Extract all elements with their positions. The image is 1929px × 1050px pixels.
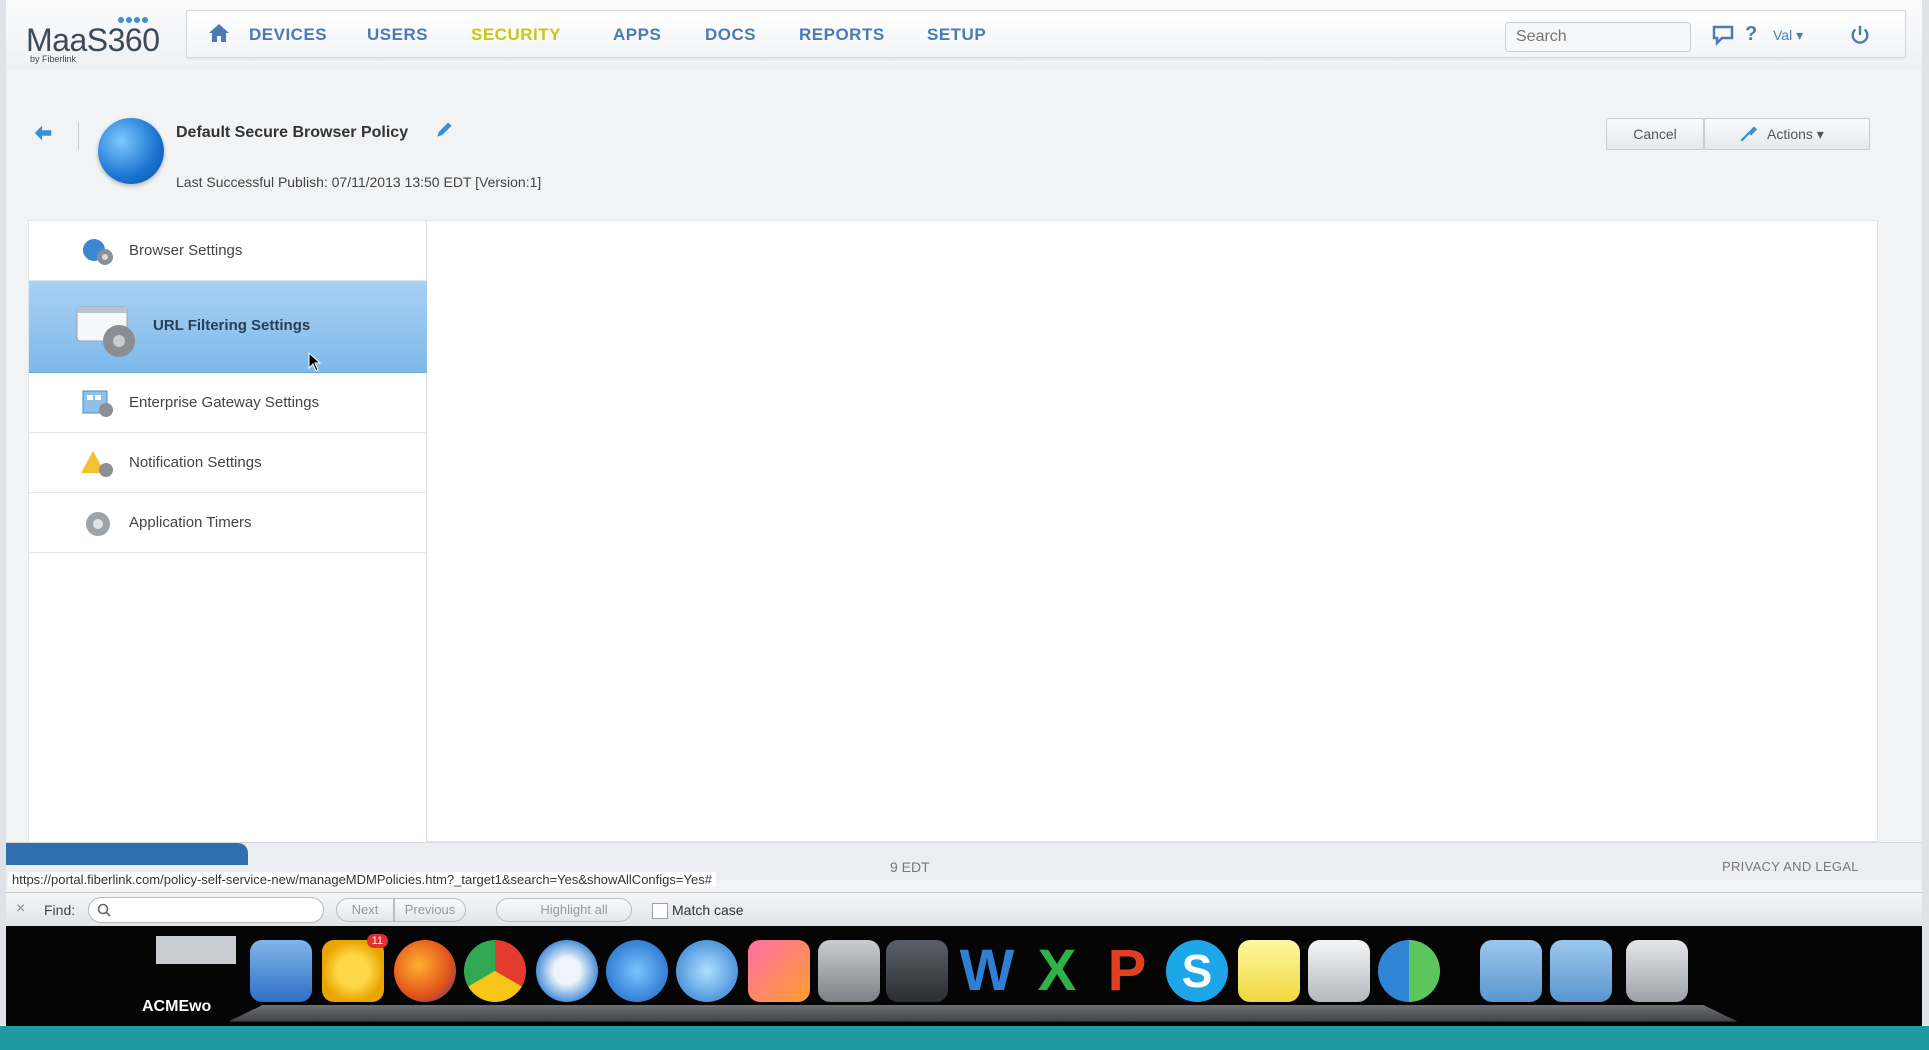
policy-globe-icon (98, 118, 164, 184)
word-icon[interactable]: W (956, 940, 1018, 1002)
hover-url: https://portal.fiberlink.com/policy-self… (8, 872, 716, 887)
help-icon[interactable]: ? (1745, 23, 1757, 46)
url-filtering-icon (76, 306, 135, 357)
actions-tool-icon (1740, 126, 1757, 142)
powerpoint-icon[interactable]: P (1096, 940, 1158, 1002)
dock-window-label: ACMEwo (142, 998, 212, 1015)
nav-docs[interactable]: DOCS (705, 25, 756, 45)
nav-devices[interactable]: DEVICES (249, 25, 327, 45)
globe-app-icon[interactable] (1378, 940, 1440, 1002)
documents-folder-icon[interactable] (1550, 940, 1612, 1002)
app-store-icon[interactable] (606, 940, 668, 1002)
outlook-icon[interactable]: 11 (322, 934, 388, 1002)
status-timestamp-fragment: 9 EDT (890, 859, 930, 875)
nav-reports[interactable]: REPORTS (799, 25, 885, 45)
power-icon[interactable] (1849, 24, 1871, 46)
policy-panel: Browser Settings URL Filtering Settings (28, 220, 1878, 843)
safari-icon[interactable] (536, 940, 598, 1002)
actions-button[interactable]: Actions ▾ (1704, 118, 1870, 150)
mac-dock: ACMEwo 11 W X P S (6, 926, 1922, 1026)
stickies-icon[interactable] (1238, 940, 1300, 1002)
highlight-all-label: Highlight all (540, 902, 608, 917)
find-next-button[interactable]: Next (336, 898, 394, 922)
policy-title: Default Secure Browser Policy (176, 124, 409, 141)
sidebar-item-url-filtering[interactable]: URL Filtering Settings (29, 281, 427, 373)
match-case-checkbox[interactable] (652, 903, 668, 919)
photo-booth-icon[interactable] (748, 940, 810, 1002)
sidebar-item-label: Browser Settings (129, 242, 243, 259)
sidebar-item-label: URL Filtering Settings (153, 317, 311, 334)
timer-gear-icon (86, 512, 110, 536)
main-nav: DEVICES USERS SECURITY APPS DOCS REPORTS… (186, 10, 1906, 58)
find-label: Find: (44, 902, 76, 918)
match-case-label: Match case (672, 902, 744, 918)
actions-label: Actions ▾ (1767, 126, 1824, 142)
nav-security[interactable]: SECURITY (471, 25, 561, 45)
magnifier-icon (97, 903, 111, 917)
excel-icon[interactable]: X (1026, 940, 1088, 1002)
sidebar-item-enterprise-gateway[interactable]: Enterprise Gateway Settings (29, 373, 427, 433)
search-input[interactable] (1505, 22, 1691, 52)
outlook-badge: 11 (366, 934, 388, 948)
applications-folder-icon[interactable] (1480, 940, 1542, 1002)
facetime-icon[interactable] (886, 940, 948, 1002)
highlight-all-button[interactable]: Highlight all (496, 898, 632, 922)
sidebar-item-label: Notification Settings (129, 454, 262, 471)
header-divider (78, 122, 79, 150)
skype-icon[interactable]: S (1166, 940, 1228, 1002)
preview-icon[interactable] (1308, 940, 1370, 1002)
back-arrow-icon[interactable] (32, 122, 54, 144)
firefox-icon[interactable] (394, 940, 456, 1002)
status-tab[interactable] (6, 843, 248, 865)
maas360-logo[interactable]: MaaS360 by Fiberlink (26, 8, 166, 64)
finder-icon[interactable] (250, 940, 312, 1002)
sidebar-item-notification[interactable]: Notification Settings (29, 433, 427, 493)
nav-users[interactable]: USERS (367, 25, 428, 45)
trash-icon[interactable] (1626, 940, 1688, 1002)
bottom-strip (0, 1026, 1929, 1050)
notification-icon (81, 451, 113, 477)
find-bar: × Find: Next Previous Highlight all Matc… (6, 892, 1922, 926)
sidebar-item-browser-settings[interactable]: Browser Settings (29, 221, 427, 281)
settings-content-area (428, 221, 1877, 841)
enterprise-gateway-icon (82, 390, 113, 417)
chat-bubble-icon[interactable] (1711, 23, 1735, 47)
system-preferences-icon[interactable] (818, 940, 880, 1002)
dock-shelf (228, 1004, 1738, 1022)
itunes-icon[interactable] (676, 940, 738, 1002)
sidebar-item-application-timers[interactable]: Application Timers (29, 493, 427, 553)
browser-settings-icon (83, 239, 113, 265)
publish-info: Last Successful Publish: 07/11/2013 13:5… (176, 174, 542, 190)
nav-setup[interactable]: SETUP (927, 25, 986, 45)
window-thumbnail[interactable] (156, 936, 236, 964)
find-input[interactable] (88, 897, 324, 923)
settings-sidebar: Browser Settings URL Filtering Settings (29, 221, 427, 843)
mouse-cursor-icon (308, 352, 322, 372)
sidebar-item-label: Enterprise Gateway Settings (129, 394, 320, 411)
cancel-button[interactable]: Cancel (1606, 118, 1704, 150)
edit-pencil-icon[interactable] (434, 120, 454, 140)
logo-subtitle: by Fiberlink (30, 54, 77, 64)
sidebar-item-label: Application Timers (129, 514, 252, 531)
home-icon[interactable] (207, 21, 231, 45)
find-close-icon[interactable]: × (16, 900, 25, 918)
user-menu[interactable]: Val ▾ (1773, 27, 1803, 44)
find-previous-button[interactable]: Previous (394, 898, 466, 922)
nav-apps[interactable]: APPS (613, 25, 661, 45)
privacy-legal-link[interactable]: PRIVACY AND LEGAL (1722, 859, 1859, 874)
chrome-icon[interactable] (464, 940, 526, 1002)
top-bar: MaaS360 by Fiberlink DEVICES USERS SECUR… (6, 0, 1922, 70)
